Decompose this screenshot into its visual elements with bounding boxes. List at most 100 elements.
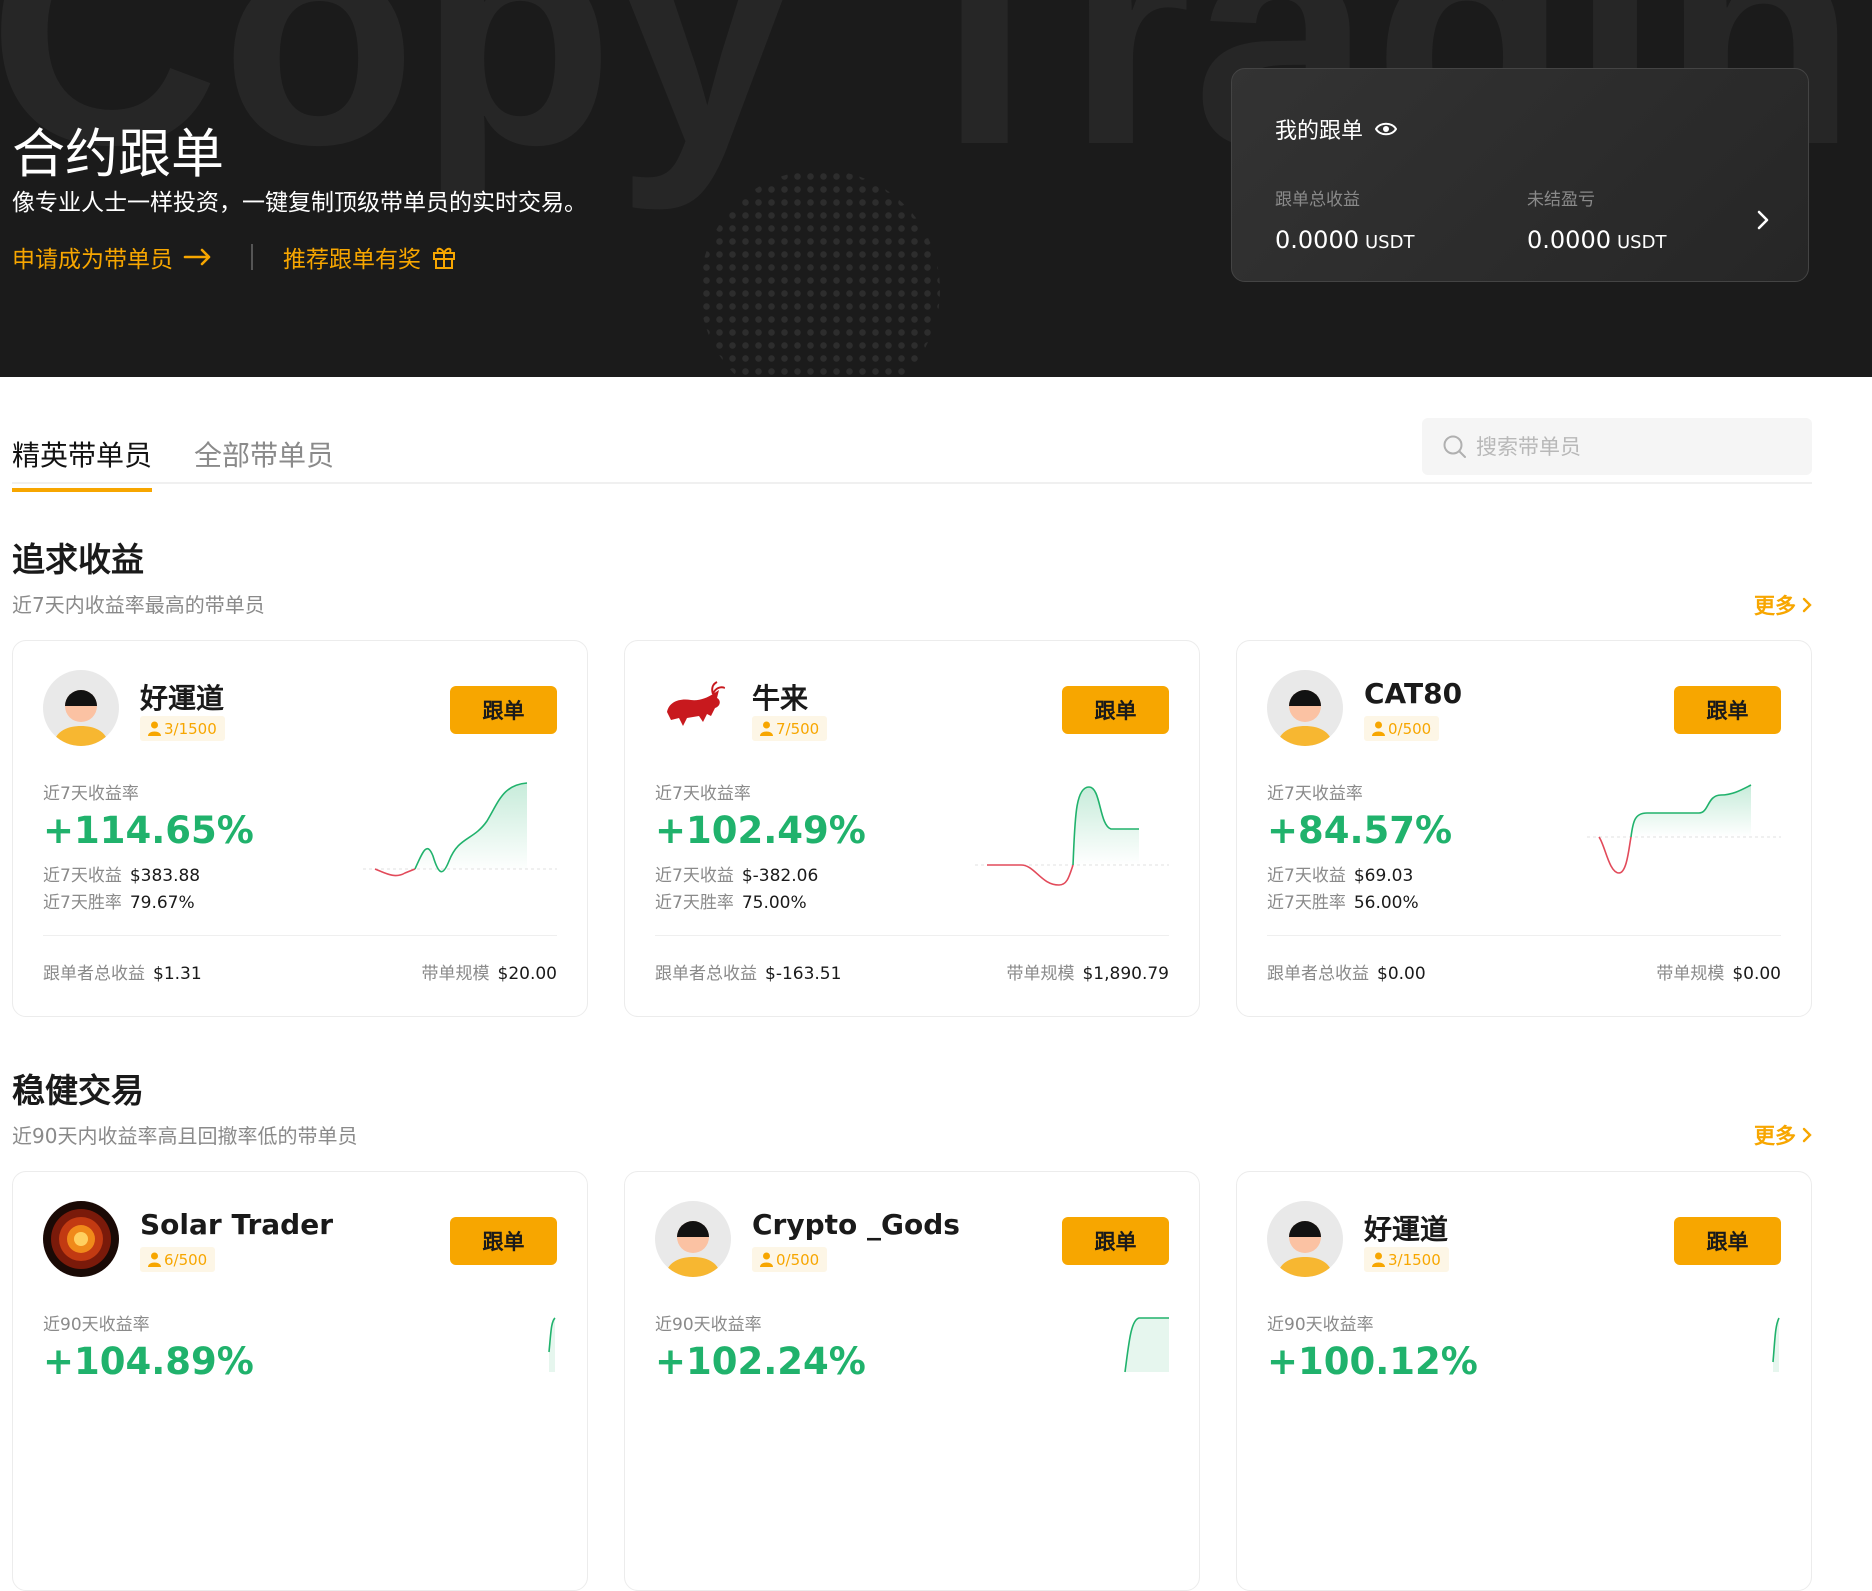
total-profit-value-row: 0.0000 USDT xyxy=(1275,226,1414,254)
copier-profit-stat: 跟单者总收益 $1.31 xyxy=(43,959,202,984)
profit-label: 近7天收益 xyxy=(43,866,122,886)
copier-profit-stat: 跟单者总收益 $-163.51 xyxy=(655,959,841,984)
card-divider xyxy=(43,935,557,936)
copier-profit-label: 跟单者总收益 xyxy=(655,964,757,984)
more-link-steady[interactable]: 更多 xyxy=(1754,1120,1812,1150)
referral-label: 推荐跟单有奖 xyxy=(283,247,421,273)
unrealized-pnl-value-row: 0.0000 USDT xyxy=(1527,226,1666,254)
follower-count-badge: 3/1500 xyxy=(1364,1247,1449,1272)
follower-count: 3/1500 xyxy=(1388,1250,1441,1269)
winrate-value: 75.00% xyxy=(741,893,807,913)
chevron-right-icon xyxy=(1802,597,1812,613)
copy-trade-button[interactable]: 跟单 xyxy=(1062,1217,1169,1265)
aum-label: 带单规模 xyxy=(1656,964,1725,984)
page-subtitle: 像专业人士一样投资，一键复制顶级带单员的实时交易。 xyxy=(12,190,587,216)
user-icon xyxy=(1372,721,1385,736)
trader-name[interactable]: CAT80 xyxy=(1364,677,1462,710)
search-box[interactable] xyxy=(1422,418,1812,475)
trader-name[interactable]: 好運道 xyxy=(140,677,224,717)
pnl-sparkline xyxy=(1124,1317,1169,1373)
follower-count: 0/500 xyxy=(1388,719,1432,738)
trader-card[interactable]: 好運道 3/1500 跟单 近7天收益率 +114.65% 近7天收益 $383.… xyxy=(12,640,588,1017)
section-subtitle-profit: 近7天内收益率最高的带单员 xyxy=(12,593,265,617)
copy-trade-button[interactable]: 跟单 xyxy=(1062,686,1169,734)
trader-name[interactable]: 牛来 xyxy=(752,677,808,717)
profit-stat: 近7天收益 $-382.06 xyxy=(655,861,818,886)
tab-elite-traders[interactable]: 精英带单员 xyxy=(12,434,153,492)
total-profit-block: 跟单总收益 0.0000 USDT xyxy=(1275,185,1414,254)
copier-profit-stat: 跟单者总收益 $0.00 xyxy=(1267,959,1426,984)
aum-value: $0.00 xyxy=(1732,964,1781,984)
chevron-right-icon[interactable] xyxy=(1756,209,1770,231)
referral-link[interactable]: 推荐跟单有奖 xyxy=(283,240,457,274)
more-link-profit[interactable]: 更多 xyxy=(1754,590,1812,620)
tab-all-traders[interactable]: 全部带单员 xyxy=(194,434,334,474)
profit-stat: 近7天收益 $383.88 xyxy=(43,861,200,886)
user-icon xyxy=(148,1252,161,1267)
profit-label: 近7天收益 xyxy=(1267,866,1346,886)
roi-value: +114.65% xyxy=(43,809,254,852)
trader-name[interactable]: Solar Trader xyxy=(140,1208,333,1241)
user-icon xyxy=(1372,1252,1385,1267)
roi-label: 近90天收益率 xyxy=(655,1315,762,1335)
follower-count: 7/500 xyxy=(776,719,820,738)
sun-avatar xyxy=(43,1201,119,1277)
copier-profit-label: 跟单者总收益 xyxy=(1267,964,1369,984)
aum-value: $1,890.79 xyxy=(1082,964,1169,984)
trader-name[interactable]: Crypto _Gods xyxy=(752,1208,960,1241)
winrate-stat: 近7天胜率 79.67% xyxy=(43,888,195,913)
winrate-value: 79.67% xyxy=(129,893,195,913)
roi-value: +84.57% xyxy=(1267,809,1453,852)
total-profit-value: 0.0000 xyxy=(1275,226,1359,254)
my-copy-title-row: 我的跟单 xyxy=(1275,113,1398,145)
unrealized-pnl-block: 未结盈亏 0.0000 USDT xyxy=(1527,185,1666,254)
aum-label: 带单规模 xyxy=(1006,964,1075,984)
roi-label: 近7天收益率 xyxy=(655,784,751,804)
trader-card[interactable]: 牛来 7/500 跟单 近7天收益率 +102.49% 近7天收益 $-382.0… xyxy=(624,640,1200,1017)
trader-card[interactable]: Solar Trader 6/500 跟单 近90天收益率 +104.89% xyxy=(12,1171,588,1591)
trader-card[interactable]: CAT80 0/500 跟单 近7天收益率 +84.57% 近7天收益 $69.0… xyxy=(1236,640,1812,1017)
pnl-sparkline xyxy=(1587,784,1781,874)
roi-label: 近90天收益率 xyxy=(1267,1315,1374,1335)
follower-count-badge: 7/500 xyxy=(752,716,828,741)
my-copy-title: 我的跟单 xyxy=(1275,119,1364,144)
roi-value: +102.49% xyxy=(655,809,866,852)
copy-trade-button[interactable]: 跟单 xyxy=(1674,1217,1781,1265)
roi-label: 近7天收益率 xyxy=(1267,784,1363,804)
aum-stat: 带单规模 $0.00 xyxy=(1656,959,1781,984)
follower-count-badge: 6/500 xyxy=(140,1247,216,1272)
hero-links: 申请成为带单员 推荐跟单有奖 xyxy=(12,240,457,274)
card-divider xyxy=(655,935,1169,936)
profit-value: $383.88 xyxy=(129,866,201,886)
profit-stat: 近7天收益 $69.03 xyxy=(1267,861,1413,886)
follower-count-badge: 0/500 xyxy=(1364,716,1440,741)
default-avatar xyxy=(43,670,119,746)
trader-name[interactable]: 好運道 xyxy=(1364,1208,1448,1248)
trader-card[interactable]: 好運道 3/1500 跟单 近90天收益率 +100.12% xyxy=(1236,1171,1812,1591)
apply-trader-link[interactable]: 申请成为带单员 xyxy=(12,240,213,274)
trader-card[interactable]: Crypto _Gods 0/500 跟单 近90天收益率 +102.24% xyxy=(624,1171,1200,1591)
more-label: 更多 xyxy=(1754,1124,1796,1148)
aum-stat: 带单规模 $20.00 xyxy=(422,959,557,984)
winrate-label: 近7天胜率 xyxy=(43,893,122,913)
arrow-right-icon xyxy=(183,248,211,266)
follower-count-badge: 3/1500 xyxy=(140,716,225,741)
follower-count: 3/1500 xyxy=(164,719,217,738)
my-copy-card[interactable]: 我的跟单 跟单总收益 0.0000 USDT 未结盈亏 0.0000 USDT xyxy=(1231,68,1809,282)
search-input[interactable] xyxy=(1476,434,1796,459)
bull-avatar xyxy=(655,670,731,746)
card-divider xyxy=(1267,935,1781,936)
copy-trade-button[interactable]: 跟单 xyxy=(450,686,557,734)
apply-trader-label: 申请成为带单员 xyxy=(12,247,173,273)
hero-banner: Copy Trading 合约跟单 像专业人士一样投资，一键复制顶级带单员的实时… xyxy=(0,0,1872,377)
pnl-sparkline xyxy=(548,1317,556,1372)
eye-icon[interactable] xyxy=(1375,121,1398,137)
copier-profit-value: $-163.51 xyxy=(765,964,842,984)
copy-trade-button[interactable]: 跟单 xyxy=(1674,686,1781,734)
winrate-stat: 近7天胜率 56.00% xyxy=(1267,888,1419,913)
follower-count: 6/500 xyxy=(164,1250,208,1269)
roi-label: 近90天收益率 xyxy=(43,1315,150,1335)
copy-trade-button[interactable]: 跟单 xyxy=(450,1217,557,1265)
default-avatar xyxy=(655,1201,731,1277)
total-profit-unit: USDT xyxy=(1364,232,1415,253)
